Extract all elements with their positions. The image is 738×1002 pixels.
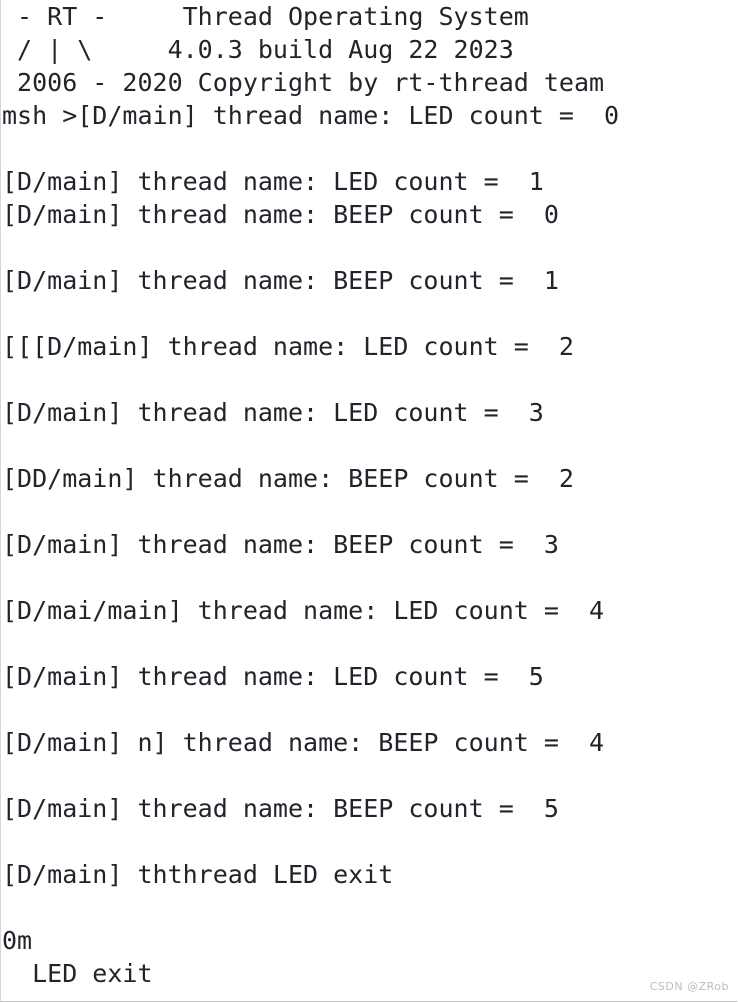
console-line: [D/main] ththread LED exit [2,860,394,889]
console-line: [D/main] thread name: LED count = 1 [2,167,544,196]
console-line: / | \ 4.0.3 build Aug 22 2023 [2,35,514,64]
console-line: [D/main] thread name: BEEP count = 0 [2,200,559,229]
console-line: [D/main] thread name: BEEP count = 1 [2,266,559,295]
console-output: - RT - Thread Operating System / | \ 4.0… [2,0,737,990]
console-line: 0m [2,926,33,955]
console-line: [D/main] thread name: LED count = 5 [2,662,544,691]
console-line: [D/main] thread name: BEEP count = 5 [2,794,559,823]
console-line: msh >[D/main] thread name: LED count = 0 [2,101,620,130]
console-line: [D/main] thread name: LED count = 3 [2,398,544,427]
console-line: - RT - Thread Operating System [2,2,529,31]
console-line: [[[D/main] thread name: LED count = 2 [2,332,574,361]
console-line: LED exit [2,959,153,988]
console-line: 2006 - 2020 Copyright by rt-thread team [2,68,605,97]
terminal-window[interactable]: - RT - Thread Operating System / | \ 4.0… [0,0,738,1002]
console-line: [D/mai/main] thread name: LED count = 4 [2,596,605,625]
console-line: [DD/main] thread name: BEEP count = 2 [2,464,574,493]
console-line: [D/main] thread name: BEEP count = 3 [2,530,559,559]
csdn-watermark: CSDN @ZRob [649,980,729,993]
console-line: [D/main] n] thread name: BEEP count = 4 [2,728,605,757]
